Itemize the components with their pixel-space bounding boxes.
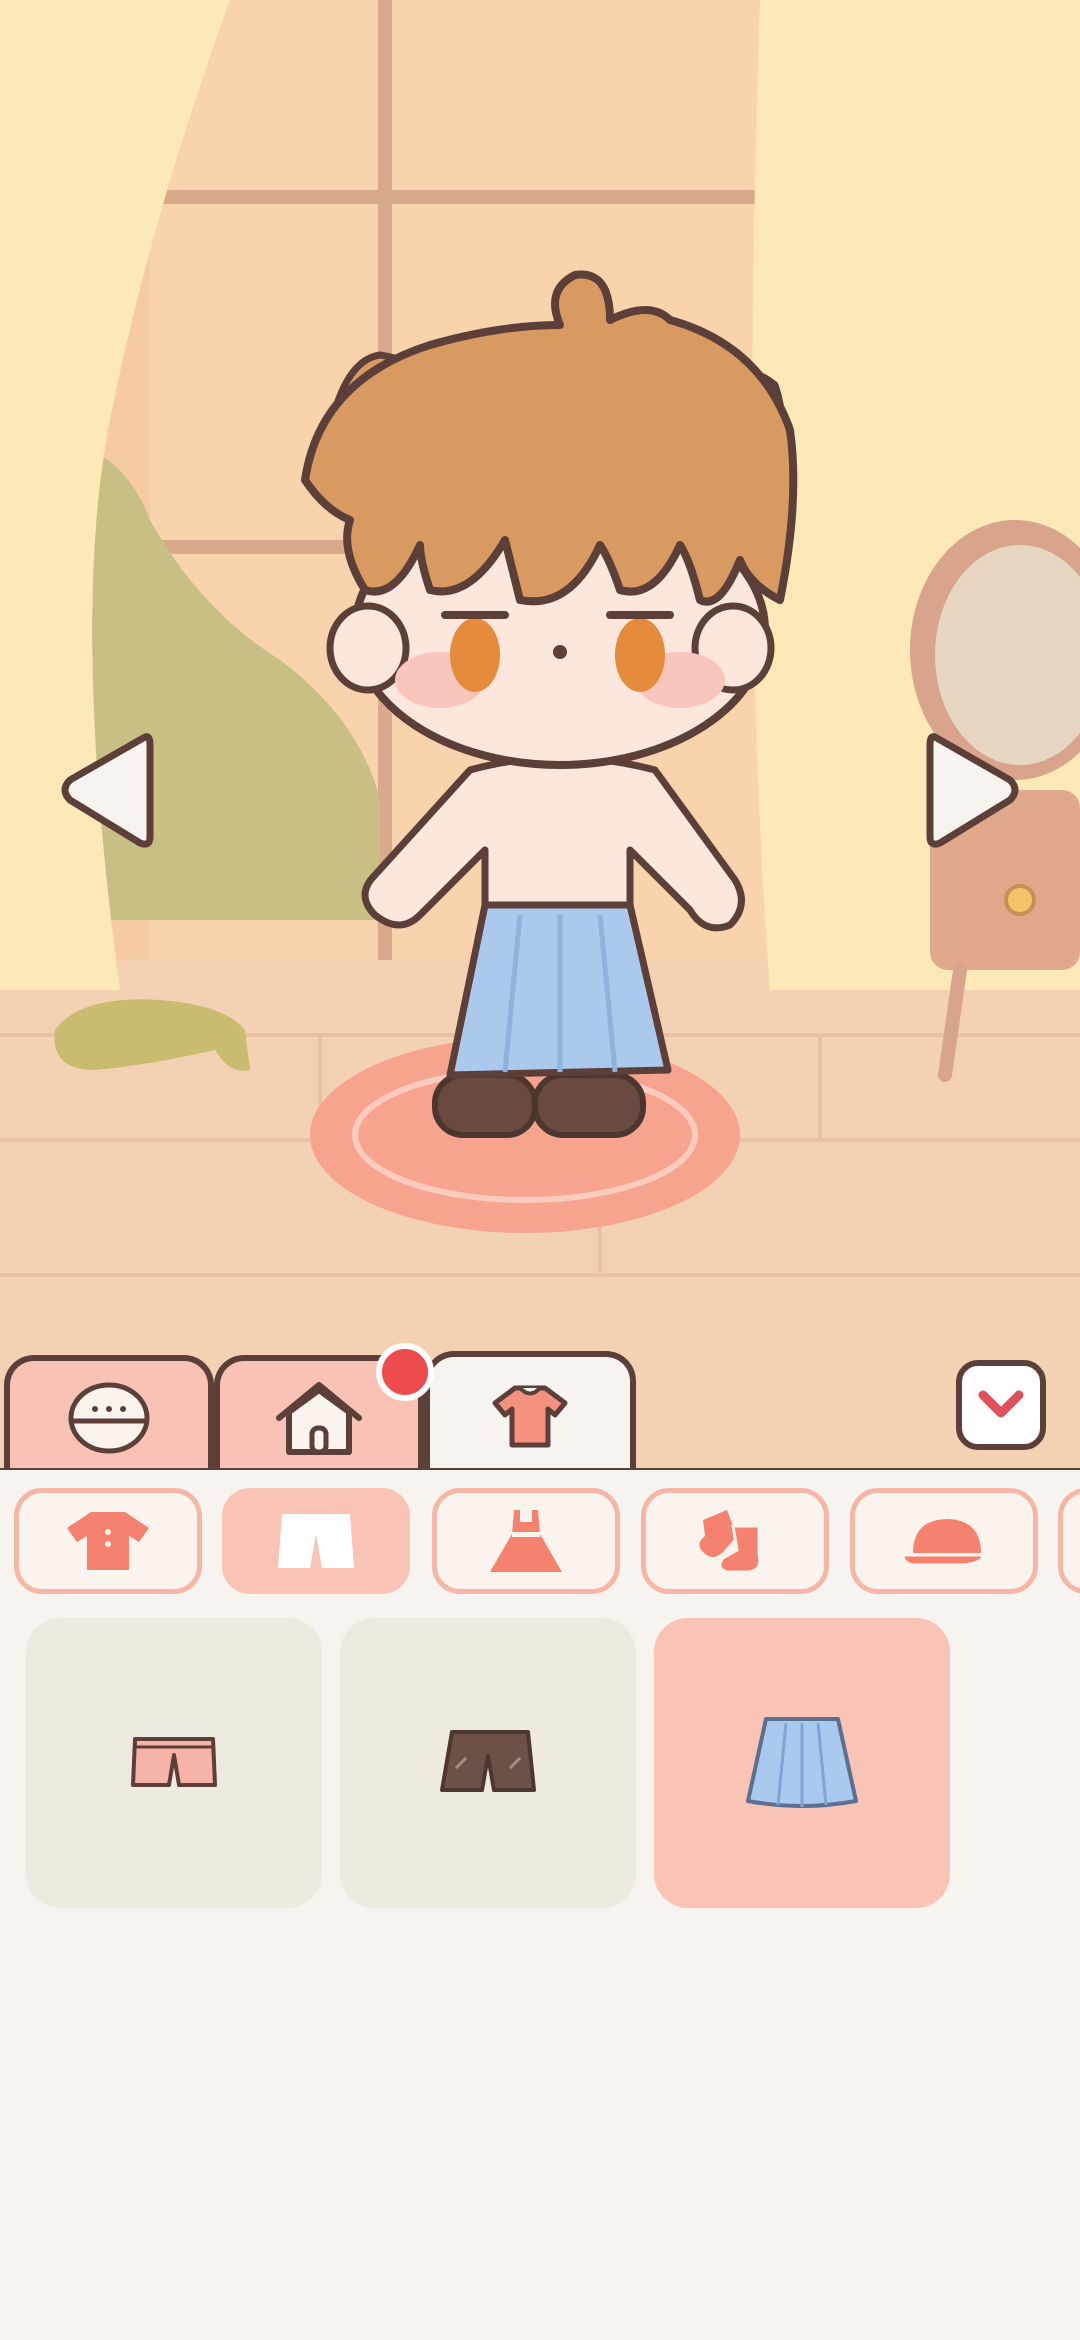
house-icon (276, 1382, 362, 1455)
triangle-left-icon (61, 733, 154, 848)
item-blue-pleated-skirt[interactable] (654, 1618, 950, 1908)
category-socks[interactable] (641, 1488, 829, 1594)
blue-skirt-icon (746, 1717, 858, 1808)
brown-shorts-icon (440, 1730, 536, 1792)
next-look-button[interactable] (925, 725, 1025, 855)
triangle-right-icon (926, 733, 1019, 848)
shirt-icon (492, 1385, 568, 1448)
hat-icon (901, 1519, 988, 1567)
category-hats[interactable] (850, 1488, 1038, 1594)
shorts-icon (278, 1514, 354, 1568)
dress-icon (490, 1510, 562, 1572)
category-bar[interactable] (0, 1484, 1080, 1598)
category-dresses[interactable] (432, 1488, 620, 1594)
category-bottoms[interactable] (222, 1488, 410, 1594)
pink-shorts-icon (131, 1737, 217, 1787)
category-more[interactable] (1058, 1488, 1080, 1594)
item-brown-shorts[interactable] (340, 1618, 636, 1908)
collapse-panel-button[interactable] (956, 1360, 1046, 1450)
item-pink-shorts[interactable] (26, 1618, 322, 1908)
dressing-room-scene (0, 0, 1080, 1470)
socks-icon (699, 1510, 762, 1574)
item-grid (26, 1618, 1056, 1908)
tab-wardrobe[interactable] (424, 1351, 636, 1475)
room-background (0, 0, 1080, 1470)
tshirt-icon (67, 1512, 149, 1570)
category-tops[interactable] (14, 1488, 202, 1594)
prev-look-button[interactable] (55, 725, 155, 855)
tab-character[interactable] (4, 1355, 214, 1475)
notification-badge (376, 1343, 434, 1401)
tab-bar (0, 1351, 1080, 1475)
face-icon (68, 1382, 150, 1454)
chevron-down-icon (978, 1390, 1024, 1418)
